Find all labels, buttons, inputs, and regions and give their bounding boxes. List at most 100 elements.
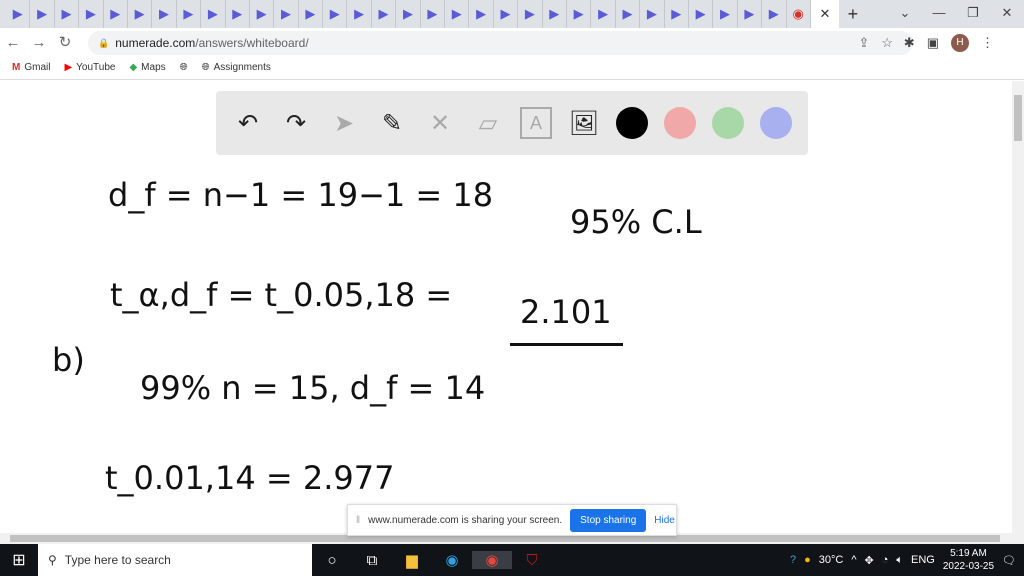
browser-tab[interactable]: ▶ (469, 0, 494, 28)
share-icon[interactable]: ⇪ (858, 35, 881, 50)
help-icon[interactable]: ? (790, 554, 796, 566)
image-icon[interactable]: 🖼︎ (568, 107, 600, 139)
bookmark-label: YouTube (76, 62, 116, 73)
browser-tab[interactable]: ▶ (104, 0, 128, 28)
browser-tab[interactable]: ▶ (591, 0, 616, 28)
browser-tab[interactable]: ▶ (518, 0, 543, 28)
address-bar[interactable]: 🔒 numerade.com/answers/whiteboard/ ⇪☆ (88, 31, 913, 55)
drag-handle-icon[interactable]: ‖ (356, 515, 360, 526)
browser-tab[interactable]: ▶ (79, 0, 104, 28)
restore-button[interactable]: ❐ (956, 0, 990, 28)
chevron-up-icon[interactable]: ^ (851, 554, 856, 566)
browser-tab[interactable]: ▶ (494, 0, 519, 28)
browser-tab[interactable]: ▶ (665, 0, 689, 28)
redo-icon[interactable]: ↷ (280, 107, 312, 139)
recording-tab[interactable]: ◉ (787, 0, 811, 28)
browser-tab[interactable]: ▶ (128, 0, 153, 28)
lang[interactable]: ENG (911, 554, 935, 566)
tools-icon[interactable]: ✕ (424, 107, 456, 139)
avatar[interactable]: H (951, 34, 969, 52)
active-tab-close-icon[interactable]: ✕ (810, 0, 839, 28)
browser-tab[interactable]: ▶ (689, 0, 714, 28)
clock[interactable]: 5:19 AM 2022-03-25 (943, 547, 994, 573)
wifi-icon[interactable]: ◔ (882, 554, 889, 566)
color-black[interactable] (616, 107, 648, 139)
color-green[interactable] (712, 107, 744, 139)
maps-icon: ◆ (129, 62, 138, 73)
notifications-icon[interactable]: 🗨︎ (1002, 554, 1016, 567)
task-view-icon[interactable]: ⧉ (352, 552, 392, 569)
browser-tab[interactable]: ▶ (55, 0, 80, 28)
browser-tab[interactable]: ▶ (299, 0, 324, 28)
hide-button[interactable]: Hide (654, 515, 675, 526)
browser-tab[interactable]: ▶ (274, 0, 299, 28)
browser-tab[interactable]: ▶ (421, 0, 446, 28)
select-pointer-icon[interactable]: ➤ (328, 107, 360, 139)
stop-sharing-button[interactable]: Stop sharing (570, 508, 647, 532)
browser-tab[interactable]: ▶ (152, 0, 177, 28)
taskbar-search[interactable]: ⚲ Type here to search (38, 544, 312, 576)
chrome-icon[interactable]: ◉ (472, 551, 512, 569)
browser-tab[interactable]: ▶ (250, 0, 275, 28)
browser-tab[interactable]: ▶ (201, 0, 226, 28)
bookmark-gmail[interactable]: M Gmail (12, 62, 50, 73)
mcafee-icon[interactable]: ⛉ (512, 552, 552, 569)
color-pink[interactable] (664, 107, 696, 139)
forward-button[interactable]: → (26, 34, 52, 51)
vertical-scrollbar[interactable] (1012, 81, 1024, 533)
browser-tab[interactable]: ▶ (762, 0, 787, 28)
url-path: /answers/whiteboard/ (195, 36, 309, 50)
file-explorer-icon[interactable]: ▆ (392, 551, 432, 569)
bookmark-youtube[interactable]: ▶ YouTube (64, 62, 115, 73)
browser-tab[interactable]: ▶ (738, 0, 763, 28)
extensions-icon[interactable]: ✱ (904, 35, 915, 51)
bookmark-maps[interactable]: ◆ Maps (129, 62, 165, 73)
color-blue[interactable] (760, 107, 792, 139)
search-icon: ⚲ (48, 553, 57, 567)
sidepanel-icon[interactable]: ▣ (927, 35, 939, 51)
temperature[interactable]: 30°C (819, 554, 844, 566)
browser-tab[interactable]: ▶ (445, 0, 470, 28)
browser-tab[interactable]: ▶ (347, 0, 372, 28)
browser-tab[interactable]: ▶ (372, 0, 397, 28)
handwriting-df: d_f = n−1 = 19−1 = 18 (108, 176, 494, 214)
minimize-button[interactable]: — (922, 0, 956, 28)
browser-tab[interactable]: ▶ (543, 0, 567, 28)
dropbox-icon[interactable]: ✥ (865, 554, 874, 567)
reload-button[interactable]: ↻ (52, 33, 78, 51)
browser-tab[interactable]: ▶ (396, 0, 421, 28)
browser-tab[interactable]: ▶ (177, 0, 202, 28)
tab-search-icon[interactable]: ⌄ (888, 0, 922, 28)
text-icon[interactable]: A (520, 107, 552, 139)
handwriting-confidence: 95% C.L (570, 203, 702, 241)
tab-strip: ▶ ▶ ▶ ▶ ▶ ▶ ▶ ▶ ▶ ▶ ▶ ▶ ▶ ▶ ▶ ▶ ▶ ▶ ▶ ▶ ▶ ▶ ▶ ▶ ▶ ▶ ▶ ▶ ▶ ▶ ▶ ▶ ◉ ✕ + (0, 0, 1024, 28)
bookmark-star-icon[interactable]: ☆ (881, 35, 905, 50)
eraser-icon[interactable]: ▱ (472, 107, 504, 139)
undo-icon[interactable]: ↶ (232, 107, 264, 139)
cortana-icon[interactable]: ○ (312, 552, 352, 569)
close-window-button[interactable]: ✕ (990, 0, 1024, 28)
pen-icon[interactable]: ✎ (376, 107, 408, 139)
browser-tab[interactable]: ▶ (226, 0, 250, 28)
bookmark-globe[interactable]: 🌐︎ (180, 62, 188, 73)
gmail-icon: M (12, 62, 21, 73)
bookmark-assignments[interactable]: 🌐︎ Assignments (202, 62, 271, 73)
edge-icon[interactable]: ◉ (432, 551, 472, 569)
whiteboard-canvas[interactable]: ↶ ↷ ➤ ✎ ✕ ▱ A 🖼︎ d_f = n−1 = 19−1 = 18 9… (0, 81, 1012, 533)
volume-icon[interactable]: 🔈︎ (896, 554, 903, 567)
menu-icon[interactable]: ⋮ (981, 35, 994, 51)
youtube-icon: ▶ (64, 62, 73, 73)
browser-tab[interactable]: ▶ (6, 0, 31, 28)
browser-tab[interactable]: ▶ (323, 0, 348, 28)
back-button[interactable]: ← (0, 34, 26, 51)
weather-icon[interactable]: ● (804, 554, 811, 566)
new-tab-button[interactable]: + (839, 4, 867, 25)
browser-tab[interactable]: ▶ (713, 0, 738, 28)
browser-tab[interactable]: ▶ (567, 0, 592, 28)
browser-tab[interactable]: ▶ (30, 0, 55, 28)
handwriting-part-b: b) (52, 341, 85, 379)
windows-start-icon[interactable]: ⊞ (0, 550, 38, 570)
browser-tab[interactable]: ▶ (640, 0, 665, 28)
handwriting-t-critical: t_α,d_f = t_0.05,18 = (110, 276, 453, 314)
browser-tab[interactable]: ▶ (616, 0, 641, 28)
